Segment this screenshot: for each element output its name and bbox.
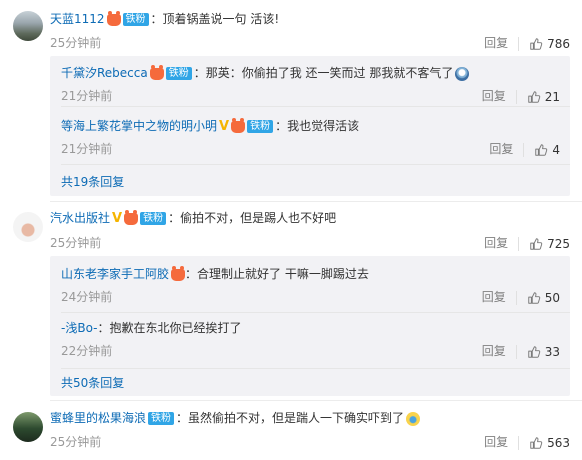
comment-username[interactable]: 天蓝1112 [50, 12, 105, 26]
crown-badge-icon [149, 64, 164, 80]
reply-button[interactable]: 回复 [489, 142, 513, 156]
like-button[interactable]: 4 [534, 143, 560, 157]
fan-badge: 铁粉 [140, 212, 167, 225]
divider [515, 290, 517, 305]
divider [515, 344, 517, 359]
reply-time: 22分钟前 [61, 344, 113, 358]
like-button[interactable]: 725 [529, 237, 570, 251]
like-count: 563 [547, 435, 570, 450]
divider [518, 435, 520, 450]
reply-text: ：抱歉在东北你已经挨打了 [97, 321, 242, 335]
thumbs-up-icon [527, 90, 541, 104]
reply-item: 千黛汐Rebecca 铁粉 ：那英：你偷拍了我 还一笑而过 那我就不客气了 21分钟… [61, 56, 570, 107]
fan-badge: 铁粉 [148, 412, 175, 425]
reply-box: 千黛汐Rebecca 铁粉 ：那英：你偷拍了我 还一笑而过 那我就不客气了 21分钟… [50, 56, 570, 196]
like-count: 786 [547, 36, 570, 51]
comment-text: ：顶着锅盖说一句 活该! [150, 12, 280, 26]
verified-v-icon: V [219, 118, 230, 134]
divider [518, 36, 520, 51]
more-replies-link[interactable]: 共19条回复 [61, 173, 124, 190]
like-count: 21 [544, 89, 560, 104]
like-button[interactable]: 786 [529, 37, 570, 51]
divider [61, 368, 570, 369]
comment-item: 蜜蜂里的松果海浪 铁粉 ：虽然偷拍不对，但是踹人一下确实吓到了 25分钟前 回复 56… [0, 401, 582, 460]
reply-item: -浅Bo-：抱歉在东北你已经挨打了 22分钟前 回复 33 [61, 312, 570, 369]
divider [515, 89, 517, 104]
verified-v-icon: V [112, 210, 123, 226]
comment-time: 25分钟前 [50, 36, 102, 50]
comment-username[interactable]: 汽水出版社 [50, 211, 110, 225]
thumbs-up-icon [527, 291, 541, 305]
like-count: 50 [544, 290, 560, 305]
comment-username[interactable]: 蜜蜂里的松果海浪 [50, 411, 146, 425]
reply-text: ：合理制止就好了 干嘛一脚踢过去 [185, 267, 369, 281]
divider [518, 236, 520, 251]
comment-time: 25分钟前 [50, 435, 102, 449]
avatar[interactable] [13, 212, 43, 242]
reply-time: 21分钟前 [61, 89, 113, 103]
like-count: 725 [547, 236, 570, 251]
comment-text: ：偷拍不对，但是踢人也不好吧 [168, 211, 337, 225]
comment-text: ：虽然偷拍不对，但是踹人一下确实吓到了 [176, 411, 405, 425]
reply-item: 等海上繁花掌中之物的明小明 V 铁粉 ：我也觉得活该 21分钟前 回复 4 [61, 106, 570, 165]
thumbs-up-icon [529, 237, 543, 251]
reply-button[interactable]: 回复 [482, 344, 506, 358]
avatar[interactable] [13, 11, 43, 41]
reply-box: 山东老李家手工阿胶 ：合理制止就好了 干嘛一脚踢过去 24分钟前 回复 50 -浅B… [50, 256, 570, 396]
divider [523, 142, 525, 157]
reply-button[interactable]: 回复 [482, 290, 506, 304]
thumbs-up-icon [529, 436, 543, 450]
divider [61, 164, 570, 165]
reply-username[interactable]: 山东老李家手工阿胶 [61, 267, 169, 281]
fan-badge: 铁粉 [247, 120, 274, 133]
reply-text: ：那英：你偷拍了我 还一笑而过 那我就不客气了 [193, 66, 454, 80]
comment-item: 天蓝1112 铁粉 ：顶着锅盖说一句 活该! 25分钟前 回复 786 千黛汐Rebe… [0, 0, 582, 200]
reply-button[interactable]: 回复 [482, 89, 506, 103]
fan-badge: 铁粉 [165, 67, 192, 80]
crown-badge-icon [231, 117, 246, 133]
crown-badge-icon [124, 209, 139, 225]
crown-badge-icon [171, 265, 186, 281]
reply-item: 山东老李家手工阿胶 ：合理制止就好了 干嘛一脚踢过去 24分钟前 回复 50 [61, 256, 570, 313]
reply-username[interactable]: -浅Bo- [61, 321, 97, 335]
like-button[interactable]: 33 [527, 345, 560, 359]
like-button[interactable]: 563 [529, 436, 570, 450]
reply-username[interactable]: 等海上繁花掌中之物的明小明 [61, 119, 217, 133]
thumbs-up-icon [534, 143, 548, 157]
like-count: 4 [552, 142, 560, 157]
sunglasses-emoji-icon [455, 66, 470, 81]
like-button[interactable]: 50 [527, 291, 560, 305]
crown-badge-icon [106, 10, 121, 26]
thumbs-up-icon [529, 37, 543, 51]
like-count: 33 [544, 344, 560, 359]
thumbs-up-icon [527, 345, 541, 359]
reply-button[interactable]: 回复 [484, 236, 508, 250]
reply-time: 24分钟前 [61, 290, 113, 304]
reply-text: ：我也觉得活该 [275, 119, 360, 133]
avatar[interactable] [13, 412, 43, 442]
reply-button[interactable]: 回复 [484, 36, 508, 50]
reply-time: 21分钟前 [61, 142, 113, 156]
more-replies-link[interactable]: 共50条回复 [61, 374, 124, 391]
like-button[interactable]: 21 [527, 90, 560, 104]
reply-username[interactable]: 千黛汐Rebecca [61, 66, 148, 80]
comment-item: 汽水出版社 V 铁粉 ：偷拍不对，但是踢人也不好吧 25分钟前 回复 725 山东老李家… [0, 202, 582, 398]
comment-time: 25分钟前 [50, 236, 102, 250]
fan-badge: 铁粉 [122, 13, 149, 26]
tears-of-joy-emoji-icon [406, 411, 421, 426]
reply-button[interactable]: 回复 [484, 435, 508, 449]
